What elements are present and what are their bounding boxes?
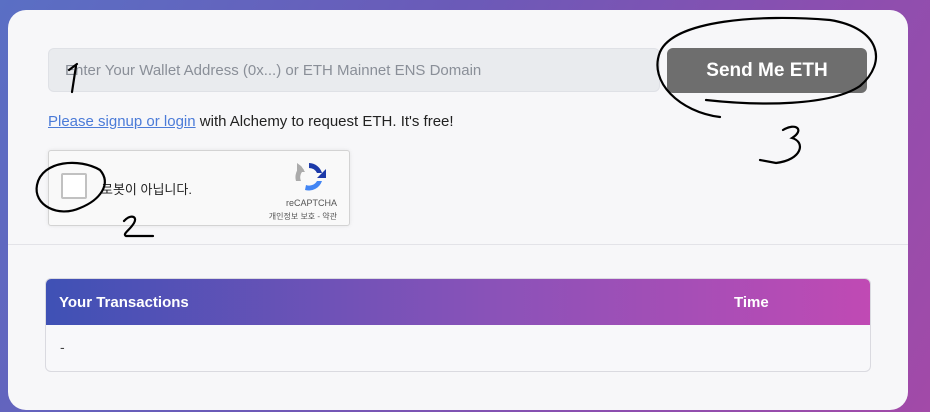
column-header-time: Time [734,294,769,311]
transactions-empty-row: - [60,339,65,355]
section-divider [8,244,908,245]
signup-message: Please signup or login with Alchemy to r… [48,113,454,130]
recaptcha-logo-icon [295,163,326,191]
signup-suffix-text: with Alchemy to request ETH. It's free! [195,113,454,130]
recaptcha-label: 로봇이 아닙니다. [101,182,192,197]
column-header-transactions: Your Transactions [59,294,189,311]
wallet-address-input[interactable] [48,48,660,92]
send-me-eth-button[interactable]: Send Me ETH [667,48,867,93]
recaptcha-widget: 로봇이 아닙니다. reCAPTCHA 개인정보 보호 - 약관 [48,150,350,226]
signup-login-link[interactable]: Please signup or login [48,113,196,130]
faucet-card: Send Me ETH Please signup or login with … [8,10,908,410]
recaptcha-checkbox[interactable] [61,173,87,199]
recaptcha-privacy-terms-links[interactable]: 개인정보 보호 - 약관 [269,211,337,222]
transactions-table-header: Your Transactions Time [46,279,870,325]
recaptcha-brand: reCAPTCHA [285,198,337,208]
transactions-table: Your Transactions Time - [45,278,871,372]
